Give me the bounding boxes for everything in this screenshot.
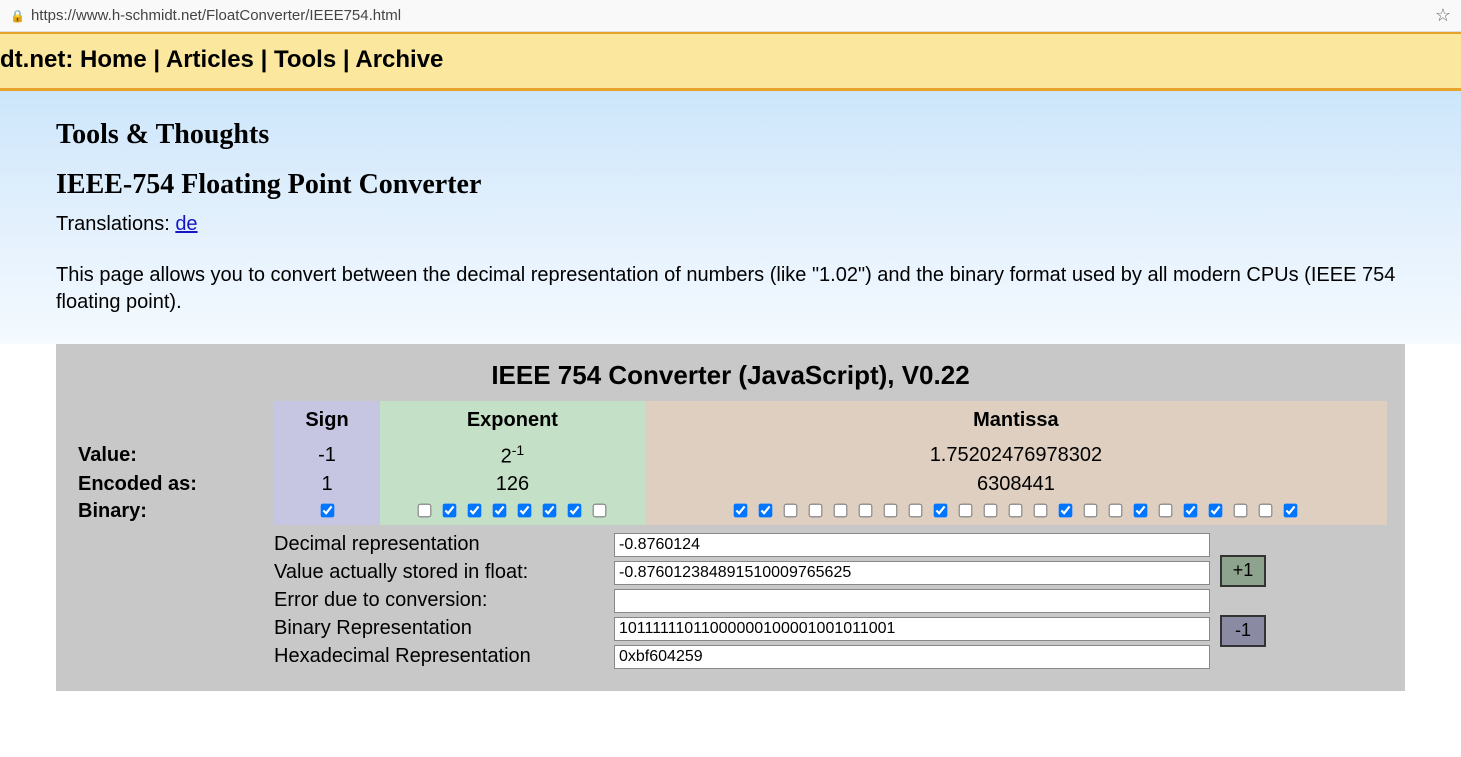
label-hex: Hexadecimal Representation (274, 645, 604, 668)
exponent-bit-5[interactable] (543, 503, 557, 517)
exponent-bit-1[interactable] (443, 503, 457, 517)
mantissa-bit-1[interactable] (759, 503, 773, 517)
bit-table: Sign Exponent Mantissa Value: -1 2-1 1.7… (74, 401, 1387, 525)
exponent-bit-7[interactable] (593, 503, 607, 517)
mantissa-encoded: 6308441 (645, 471, 1387, 498)
mantissa-bit-3[interactable] (809, 503, 823, 517)
mantissa-bit-22[interactable] (1284, 503, 1298, 517)
mantissa-bit-6[interactable] (884, 503, 898, 517)
mantissa-bit-19[interactable] (1209, 503, 1223, 517)
mantissa-bit-10[interactable] (984, 503, 998, 517)
mantissa-bit-14[interactable] (1084, 503, 1098, 517)
mantissa-bit-21[interactable] (1259, 503, 1273, 517)
mantissa-bit-8[interactable] (934, 503, 948, 517)
nav-tools[interactable]: Tools (274, 46, 336, 73)
nav-home[interactable]: Home (80, 46, 147, 73)
exponent-bit-3[interactable] (493, 503, 507, 517)
exponent-bit-2[interactable] (468, 503, 482, 517)
converter-title: IEEE 754 Converter (JavaScript), V0.22 (74, 360, 1387, 391)
input-decimal[interactable] (614, 533, 1210, 557)
increment-button[interactable]: +1 (1220, 555, 1266, 587)
label-decimal: Decimal representation (274, 533, 604, 556)
input-binary[interactable] (614, 617, 1210, 641)
mantissa-bit-18[interactable] (1184, 503, 1198, 517)
mantissa-bit-4[interactable] (834, 503, 848, 517)
intro-paragraph: This page allows you to convert between … (56, 262, 1405, 316)
mantissa-bit-16[interactable] (1134, 503, 1148, 517)
mantissa-bit-11[interactable] (1009, 503, 1023, 517)
exponent-encoded: 126 (380, 471, 645, 498)
mantissa-value: 1.75202476978302 (645, 440, 1387, 471)
exponent-bit-6[interactable] (568, 503, 582, 517)
input-hex[interactable] (614, 645, 1210, 669)
translations: Translations: de (56, 213, 1405, 236)
mantissa-bit-0[interactable] (734, 503, 748, 517)
col-header-sign: Sign (274, 401, 380, 440)
sign-bit-0[interactable] (320, 503, 334, 517)
label-binary: Binary Representation (274, 617, 604, 640)
representation-grid: Decimal representation +1 -1 Value actua… (274, 533, 1300, 669)
exponent-value: 2-1 (380, 440, 645, 471)
exponent-bit-4[interactable] (518, 503, 532, 517)
mantissa-bit-7[interactable] (909, 503, 923, 517)
browser-address-bar: 🔒 https://www.h-schmidt.net/FloatConvert… (0, 0, 1461, 32)
mantissa-bit-5[interactable] (859, 503, 873, 517)
label-error: Error due to conversion: (274, 589, 604, 612)
row-label-encoded: Encoded as: (74, 471, 274, 498)
site-prefix: dt.net (0, 46, 65, 73)
site-topbar: dt.net: Home | Articles | Tools | Archiv… (0, 32, 1461, 91)
mantissa-bit-12[interactable] (1034, 503, 1048, 517)
exponent-bits (380, 498, 645, 525)
mantissa-bit-13[interactable] (1059, 503, 1073, 517)
bookmark-star-icon[interactable]: ☆ (1435, 5, 1451, 26)
col-header-mantissa: Mantissa (645, 401, 1387, 440)
nav-archive[interactable]: Archive (355, 46, 443, 73)
lock-icon: 🔒 (10, 9, 25, 23)
mantissa-bit-9[interactable] (959, 503, 973, 517)
translations-link-de[interactable]: de (175, 213, 197, 235)
decrement-button[interactable]: -1 (1220, 615, 1266, 647)
input-stored[interactable] (614, 561, 1210, 585)
url-text: https://www.h-schmidt.net/FloatConverter… (31, 7, 401, 24)
mantissa-bit-17[interactable] (1159, 503, 1173, 517)
page-title: IEEE-754 Floating Point Converter (56, 169, 1405, 201)
exponent-bit-0[interactable] (418, 503, 432, 517)
label-stored: Value actually stored in float: (274, 561, 604, 584)
row-label-value: Value: (74, 440, 274, 471)
mantissa-bits (645, 498, 1387, 525)
section-title: Tools & Thoughts (56, 119, 1405, 151)
inc-dec-buttons: +1 -1 (1220, 555, 1300, 647)
sign-encoded: 1 (274, 471, 380, 498)
mantissa-bit-20[interactable] (1234, 503, 1248, 517)
sign-value: -1 (274, 440, 380, 471)
col-header-exponent: Exponent (380, 401, 645, 440)
mantissa-bit-2[interactable] (784, 503, 798, 517)
page-content: Tools & Thoughts IEEE-754 Floating Point… (0, 91, 1461, 344)
input-error[interactable] (614, 589, 1210, 613)
translations-label: Translations: (56, 213, 170, 235)
row-label-binary: Binary: (74, 498, 274, 525)
nav-articles[interactable]: Articles (166, 46, 254, 73)
mantissa-bit-15[interactable] (1109, 503, 1123, 517)
converter-panel: IEEE 754 Converter (JavaScript), V0.22 S… (56, 344, 1405, 691)
sign-bits (274, 498, 380, 525)
